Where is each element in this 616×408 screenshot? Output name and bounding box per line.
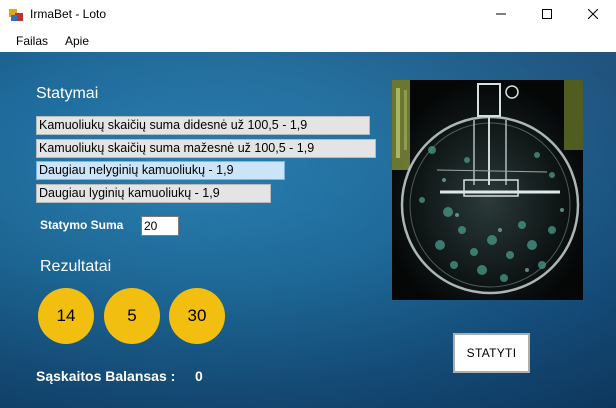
balance-label: Sąskaitos Balansas : <box>36 368 176 384</box>
maximize-button[interactable] <box>524 0 570 30</box>
result-ball: 14 <box>38 288 94 344</box>
bet-option-more-even[interactable]: Daugiau lyginių kamuoliukų - 1,9 <box>36 184 271 203</box>
bet-option-sum-less[interactable]: Kamuoliukų skaičių suma mažesnė už 100,5… <box>36 139 376 158</box>
lotto-drum-image <box>392 80 583 300</box>
menu-item-apie[interactable]: Apie <box>65 34 89 48</box>
result-ball-number: 30 <box>187 306 207 325</box>
results-title: Rezultatai <box>40 258 112 275</box>
window-title: IrmaBet - Loto <box>30 7 107 21</box>
menu-item-failas[interactable]: Failas <box>16 34 48 48</box>
bets-title: Statymai <box>36 85 99 102</box>
balance-value: 0 <box>195 368 203 384</box>
stake-input[interactable]: 20 <box>141 216 179 236</box>
bet-option-more-odd[interactable]: Daugiau nelyginių kamuoliukų - 1,9 <box>36 161 285 180</box>
minimize-button[interactable] <box>478 0 524 30</box>
bet-option-sum-greater[interactable]: Kamuoliukų skaičių suma didesnė už 100,5… <box>36 116 370 135</box>
result-ball: 30 <box>169 288 225 344</box>
minimize-icon <box>496 6 506 24</box>
stake-label: Statymo Suma <box>40 218 124 232</box>
bet-button[interactable]: STATYTI <box>453 333 530 373</box>
result-ball-number: 14 <box>56 306 76 325</box>
close-button[interactable] <box>570 0 616 30</box>
title-bar: IrmaBet - Loto <box>0 0 616 30</box>
main-panel: Statymai Kamuoliukų skaičių suma didesnė… <box>0 52 616 408</box>
app-icon <box>8 7 24 23</box>
result-ball: 5 <box>104 288 160 344</box>
close-icon <box>587 6 599 24</box>
menu-bar: Failas Apie <box>0 30 616 52</box>
maximize-icon <box>542 6 552 24</box>
result-ball-number: 5 <box>127 306 137 325</box>
